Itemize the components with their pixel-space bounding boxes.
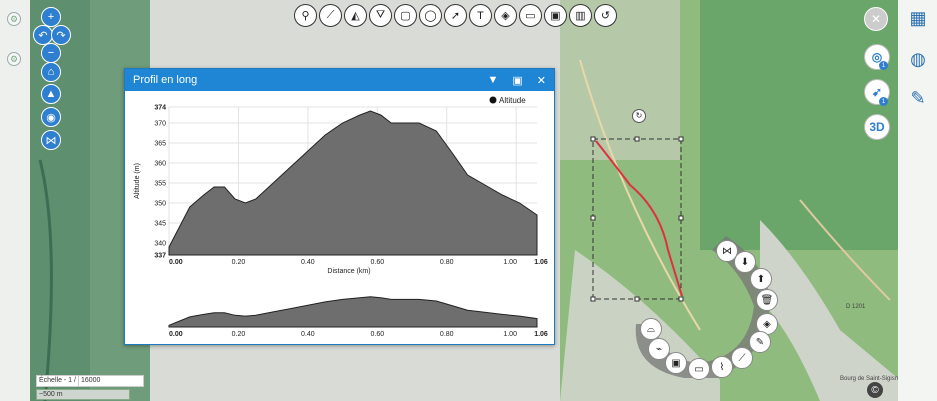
line-graph-icon[interactable]: ⌇ xyxy=(711,356,733,378)
undo-tool-icon[interactable]: ↺ xyxy=(594,4,617,27)
home-icon[interactable]: ⌂ xyxy=(41,62,61,82)
trend-icon[interactable]: ⌓ xyxy=(640,318,662,340)
y-tick-label: 350 xyxy=(154,201,166,208)
line-tool-icon[interactable]: ⟋ xyxy=(319,4,342,27)
x-tick-label: 0.40 xyxy=(301,259,315,266)
y-tick-label: 360 xyxy=(154,161,166,168)
rectangle-tool-icon[interactable]: ▢ xyxy=(394,4,417,27)
measure-icon[interactable]: ▭ xyxy=(688,358,710,380)
redo-view-button[interactable]: ↷ xyxy=(51,25,71,45)
x-tick-label: 0.80 xyxy=(440,259,454,266)
locate-icon[interactable]: ◉ xyxy=(41,107,61,127)
panel-title: Profil en long xyxy=(133,74,198,86)
zoom-out-button[interactable]: − xyxy=(41,43,61,63)
upload-icon[interactable]: ⬆ xyxy=(750,268,772,290)
badge: 1 xyxy=(879,97,888,106)
polygon-tool-icon[interactable]: ⛛ xyxy=(369,4,392,27)
download-icon[interactable]: ⬇ xyxy=(734,251,756,273)
settings-icon[interactable]: ⚙ xyxy=(7,12,21,26)
y-tick-label: 340 xyxy=(154,241,166,248)
delete-icon[interactable]: 🗑 xyxy=(756,289,778,311)
close-tools-icon[interactable]: ✕ xyxy=(864,7,888,31)
y-tick-label: 355 xyxy=(154,181,166,188)
edit-style-icon[interactable]: ✎ xyxy=(749,331,771,353)
scale-bar: ~500 m xyxy=(36,389,130,400)
marker-tool-icon[interactable]: ⚲ xyxy=(294,4,317,27)
x-tick-label: 0.00 xyxy=(169,259,183,266)
x-tick-label: 1.06 xyxy=(534,259,548,266)
x-tick-label: 1.00 xyxy=(503,259,517,266)
mini-x-tick-label: 0.60 xyxy=(370,331,384,338)
mini-x-tick-label: 0.00 xyxy=(169,331,183,338)
profile-panel: Profil en long ▼ ▣ ✕ 374 370 365 360 355 350 3… xyxy=(124,68,555,345)
altitude-chart: 374 370 365 360 355 350 345 340 337 0.00 0.20 0.40… xyxy=(134,96,548,338)
measure-area-tool-icon[interactable]: ▣ xyxy=(544,4,567,27)
copyright-icon[interactable]: © xyxy=(867,382,883,398)
globe-hand-icon[interactable]: ◍ xyxy=(906,47,930,71)
x-tick-label: 0.20 xyxy=(232,259,246,266)
collapse-icon[interactable]: ▼ xyxy=(487,74,498,86)
drawing-toolbar: ⚲ ⟋ ◭ ⛛ ▢ ◯ ➚ T ◈ ▭ ▣ ▥ ↺ xyxy=(294,4,617,30)
circle-tool-icon[interactable]: ◯ xyxy=(419,4,442,27)
rotate-icon[interactable]: ↻ xyxy=(632,109,646,123)
settings-secondary-icon[interactable]: ⚙ xyxy=(7,52,21,66)
threed-button[interactable]: 3D xyxy=(864,114,890,140)
mini-x-tick-label: 0.80 xyxy=(440,331,454,338)
share-icon[interactable]: ⋈ xyxy=(41,130,61,150)
fill-tool-icon[interactable]: ◈ xyxy=(494,4,517,27)
y-tick-label: 345 xyxy=(154,221,166,228)
altitude-mini-area[interactable] xyxy=(168,296,538,328)
undo-view-button[interactable]: ↶ xyxy=(33,25,53,45)
chart-profile-icon[interactable]: ⟋ xyxy=(731,347,753,369)
altitude-tool-icon[interactable]: ▥ xyxy=(569,4,592,27)
mini-x-tick-label: 1.06 xyxy=(534,331,548,338)
y-tick-label: 374 xyxy=(154,105,166,112)
scale-label: Échelle - 1 / xyxy=(39,377,76,384)
panel-header: Profil en long ▼ ▣ ✕ xyxy=(125,69,554,91)
legend-marker xyxy=(489,96,497,104)
zoom-in-button[interactable]: + xyxy=(41,7,61,27)
maximize-icon[interactable]: ▣ xyxy=(512,74,522,87)
mini-x-tick-label: 1.00 xyxy=(503,331,517,338)
close-icon[interactable]: ✕ xyxy=(537,74,546,87)
arrow-tool-icon[interactable]: ➚ xyxy=(444,4,467,27)
y-tick-label: 370 xyxy=(154,121,166,128)
polyline-tool-icon[interactable]: ◭ xyxy=(344,4,367,27)
measure-tool-icon[interactable]: ▭ xyxy=(519,4,542,27)
legend-label: Altitude xyxy=(499,96,526,105)
left-strip: ⚙ ⚙ xyxy=(0,0,30,401)
y-tick-label: 337 xyxy=(154,253,166,260)
elevation-icon[interactable]: ⌁ xyxy=(648,338,670,360)
y-tick-label: 365 xyxy=(154,141,166,148)
mini-x-tick-label: 0.40 xyxy=(301,331,315,338)
x-tick-label: 0.60 xyxy=(370,259,384,266)
scale-input[interactable]: 16000 xyxy=(77,376,143,386)
mini-x-tick-label: 0.20 xyxy=(232,331,246,338)
layers-icon[interactable]: ▦ xyxy=(906,6,930,30)
text-tool-icon[interactable]: T xyxy=(469,4,492,27)
x-axis-label: Distance (km) xyxy=(327,268,370,275)
draw-icon[interactable]: ✎ xyxy=(906,86,930,110)
y-axis-label: Altitude (m) xyxy=(134,163,141,199)
scale-field[interactable]: Échelle - 1 /16000 xyxy=(36,375,144,387)
badge: 1 xyxy=(879,61,888,70)
road-label: D 1201 xyxy=(846,304,866,310)
compass-icon[interactable]: ▲ xyxy=(41,84,61,104)
stop-icon[interactable]: ▣ xyxy=(665,352,687,374)
